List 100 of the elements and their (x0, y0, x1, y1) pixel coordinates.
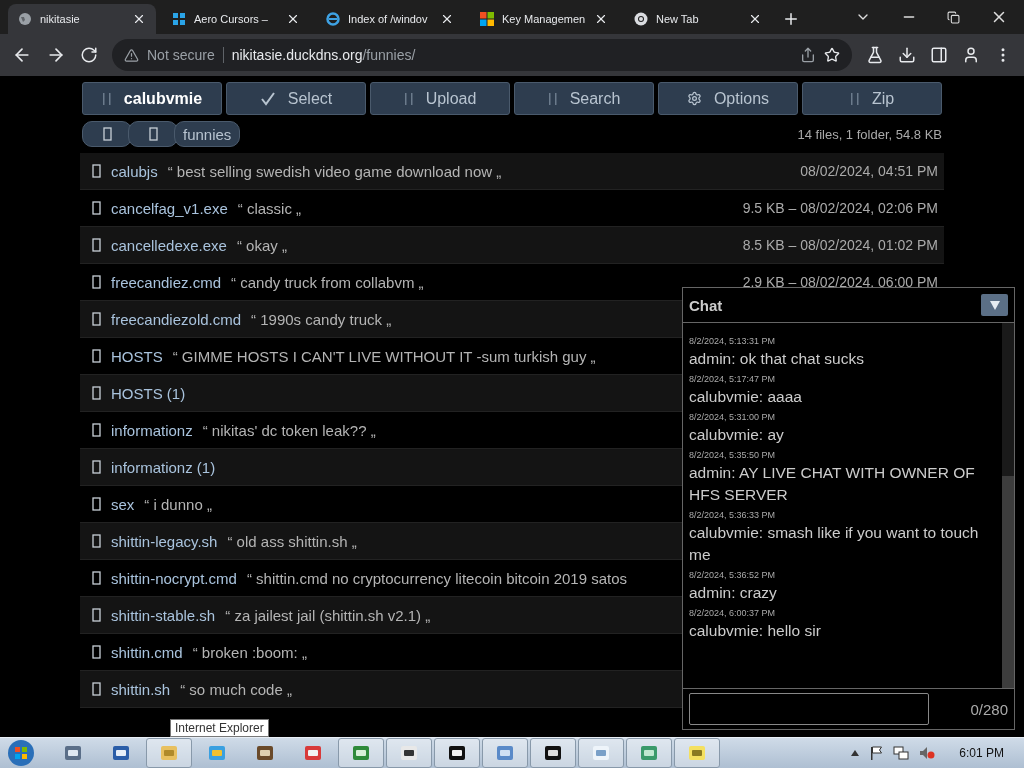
glyph-box-icon (92, 164, 101, 178)
browser-tab[interactable]: Index of /windov (316, 4, 464, 34)
file-comment: “ candy truck from collabvm „ (231, 273, 424, 291)
reload-icon[interactable] (80, 46, 98, 64)
message-input[interactable] (689, 693, 929, 725)
glyph-box-icon (92, 423, 101, 437)
address-bar[interactable]: Not secure nikitasie.duckdns.org/funnies/ (112, 39, 852, 71)
file-name-link[interactable]: cancelfag_v1.exe (111, 199, 228, 217)
message-time: 8/2/2024, 5:13:31 PM (689, 335, 777, 348)
file-info: 8.5 KB – 08/02/2024, 01:02 PM (742, 237, 938, 253)
file-name-link[interactable]: HOSTS (1) (111, 384, 186, 402)
file-info: 2.9 KB – 08/02/2024, 06:00 PM (742, 274, 938, 290)
warning-icon (124, 47, 139, 63)
new-tab-icon[interactable] (782, 10, 800, 28)
tooltip: Internet Explorer (170, 719, 269, 737)
flag-icon[interactable] (869, 746, 884, 760)
toolbar-button[interactable]: Select (226, 82, 366, 115)
scrollbar-thumb[interactable] (1002, 476, 1014, 688)
message-time: 8/2/2024, 5:35:50 PM (689, 449, 777, 462)
file-comment: “ so much code „ (180, 680, 292, 698)
browser-tab[interactable]: Aero Cursors – (162, 4, 310, 34)
file-name-link[interactable]: shittin-legacy.sh (111, 532, 218, 550)
toolbar-button[interactable]: Search (514, 82, 654, 115)
side-panel-icon[interactable] (930, 46, 948, 64)
four-squares-icon (480, 12, 494, 26)
tray-arrow-icon[interactable] (851, 750, 860, 756)
file-info: 9.5 KB – 08/02/2024, 02:06 PM (742, 200, 938, 216)
window-logo-icon (172, 12, 186, 26)
bookmark-star-icon[interactable] (824, 47, 840, 63)
close-icon[interactable] (748, 12, 762, 26)
file-comment: “ shittin.cmd no cryptocurrency litecoin bitcoin 2019 satos (246, 569, 628, 587)
file-name-link[interactable]: shittin.sh (111, 680, 171, 698)
file-name-link[interactable]: sex (111, 495, 135, 513)
file-name-link[interactable]: shittin.cmd (111, 643, 183, 661)
security-label: Not secure (147, 47, 224, 63)
flask-icon[interactable] (866, 46, 884, 64)
close-icon[interactable] (440, 12, 454, 26)
glyph-box-icon (92, 386, 101, 400)
file-name-link[interactable]: shittin-stable.sh (111, 606, 216, 624)
glyph-box-icon (92, 497, 101, 511)
file-name-link[interactable]: freecandiez.cmd (111, 273, 222, 291)
breadcrumb-button[interactable] (128, 121, 178, 147)
file-comment: “ i dunno „ (144, 495, 212, 513)
close-icon[interactable] (286, 12, 300, 26)
file-name-link[interactable]: HOSTS (111, 347, 163, 365)
download-icon[interactable] (898, 46, 916, 64)
file-comment: “ 1990s candy truck „ (251, 310, 392, 328)
breadcrumb-button[interactable]: funnies (174, 121, 241, 147)
message-text: calubvmie: ay (689, 425, 785, 445)
bars-icon (849, 91, 860, 106)
message-text: admin: ok that chat sucks (689, 349, 865, 369)
file-comment: “ classic „ (237, 199, 302, 217)
file-comment: “ okay „ (236, 236, 287, 254)
browser-tab[interactable]: Key Managemen (470, 4, 618, 34)
toolbar-button[interactable]: Options (658, 82, 798, 115)
clock[interactable]: 6:01 PM (959, 746, 1004, 760)
glyph-box-icon (102, 127, 112, 141)
bars-icon (101, 91, 112, 106)
share-icon[interactable] (800, 47, 816, 63)
user-button[interactable]: calubvmie (82, 82, 222, 115)
close-icon[interactable] (132, 12, 146, 26)
message-time: 8/2/2024, 5:17:47 PM (689, 373, 777, 386)
file-name-link[interactable]: freecandiezold.cmd (111, 310, 242, 328)
close-icon[interactable] (594, 12, 608, 26)
file-name-link[interactable]: informationz (111, 421, 193, 439)
volume-muted-icon[interactable] (919, 746, 936, 760)
toolbar-button[interactable]: Upload (370, 82, 510, 115)
glyph-box-icon (92, 608, 101, 622)
collapse-button[interactable] (981, 294, 1008, 316)
file-row[interactable]: cancelledexe.exe “ okay „ 8.5 KB – 08/02/2024, 01:02 PM (80, 227, 944, 264)
url-text: nikitasie.duckdns.org/funnies/ (231, 47, 416, 63)
restore-icon[interactable] (947, 10, 960, 24)
message-time: 8/2/2024, 5:31:00 PM (689, 411, 777, 424)
toolbar-button[interactable]: Zip (802, 82, 942, 115)
glyph-box-icon (92, 534, 101, 548)
glyph-box-icon (148, 127, 158, 141)
file-row[interactable]: calubjs “ best selling swedish video game download now „ 08/02/2024, 04:51 PM (80, 153, 944, 190)
settings-icon (686, 91, 702, 106)
glyph-box-icon (92, 312, 101, 326)
start-orb-icon[interactable] (6, 739, 36, 767)
file-comment: “ best selling swedish video game download now „ (167, 162, 502, 180)
file-comment: “ za jailest jail (shittin.sh v2.1) „ (225, 606, 431, 624)
glyph-box-icon (92, 201, 101, 215)
browser-tab[interactable]: nikitasie (8, 4, 156, 34)
glyph-box-icon (92, 571, 101, 585)
bars-icon (403, 91, 414, 106)
breadcrumb-button[interactable] (82, 121, 132, 147)
glyph-box-icon (92, 645, 101, 659)
glyph-box-icon (92, 349, 101, 363)
file-name-link[interactable]: informationz (1) (111, 458, 216, 476)
file-name-link[interactable]: cancelledexe.exe (111, 236, 227, 254)
profile-icon[interactable] (962, 46, 980, 64)
globe-icon (18, 12, 32, 26)
glyph-box-icon (92, 460, 101, 474)
file-name-link[interactable]: calubjs (111, 162, 158, 180)
glyph-box-icon (92, 682, 101, 696)
browser-tab[interactable]: New Tab (624, 4, 772, 34)
file-name-link[interactable]: shittin-nocrypt.cmd (111, 569, 237, 587)
scrollbar[interactable] (1002, 323, 1014, 688)
file-info: 08/02/2024, 04:51 PM (800, 163, 938, 179)
